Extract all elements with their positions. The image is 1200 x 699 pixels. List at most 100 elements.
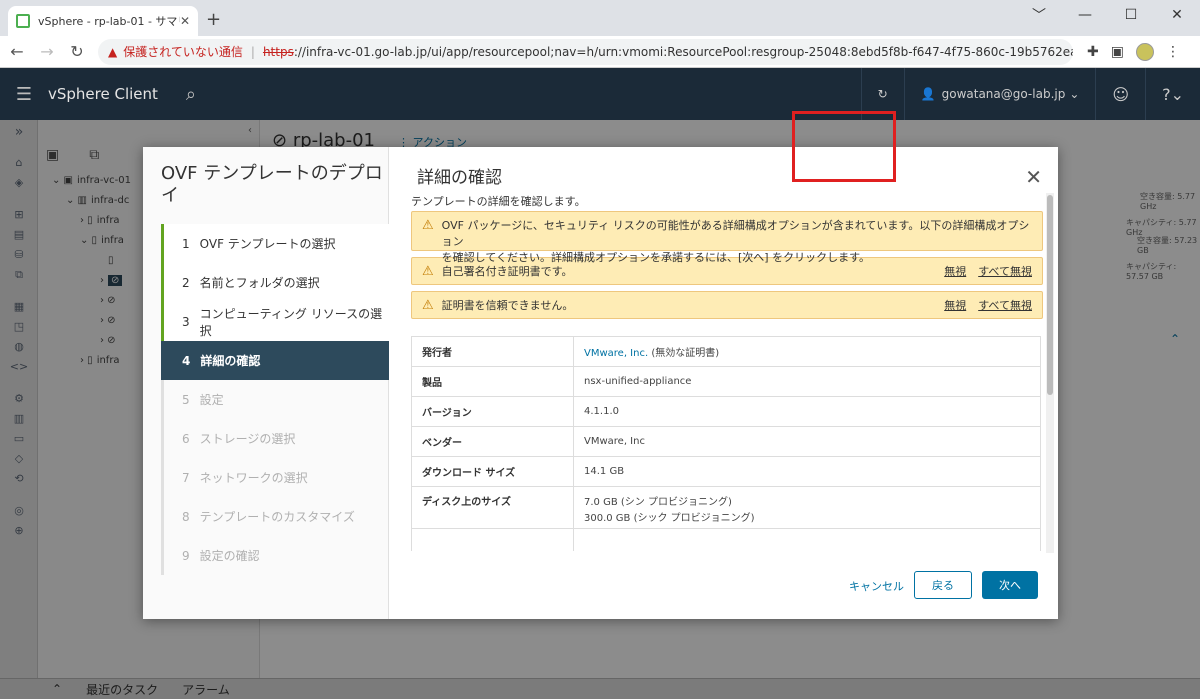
maximize-button[interactable]: ☐ <box>1108 0 1154 30</box>
page-subtitle: テンプレートの詳細を確認します。 <box>411 195 586 208</box>
side-panel-icon[interactable]: ▣ <box>1111 44 1124 60</box>
wizard-content: 詳細の確認 ✕ テンプレートの詳細を確認します。 ⚠ OVF パッケージに、セキ… <box>389 147 1058 619</box>
step-number: 9 <box>182 548 190 563</box>
step-4[interactable]: 4 詳細の確認 <box>161 341 389 380</box>
step-label: 名前とフォルダの選択 <box>199 276 320 290</box>
close-icon[interactable]: ✕ <box>1025 165 1042 189</box>
step-label: コンピューティング リソースの選択 <box>199 306 383 338</box>
step-number: 4 <box>182 353 191 368</box>
step-3[interactable]: 3 コンピューティング リソースの選択 <box>161 302 389 341</box>
wizard-title: OVF テンプレートのデプロイ <box>161 163 383 206</box>
url-text: ://infra-vc-01.go-lab.jp/ui/app/resource… <box>293 44 1073 59</box>
row-key <box>411 528 574 551</box>
table-row: 発行者 VMware, Inc. (無効な証明書) <box>411 336 1041 367</box>
table-row: バージョン 4.1.1.0 <box>411 396 1041 427</box>
scrollbar-thumb[interactable] <box>1047 195 1053 395</box>
vsphere-header: ☰ vSphere Client ⌕ ↻ 👤 gowatana@go-lab.j… <box>0 68 1200 120</box>
step-label: ネットワークの選択 <box>199 471 308 485</box>
step-label: 設定 <box>199 393 224 407</box>
hamburger-menu-icon[interactable]: ☰ <box>0 84 48 105</box>
user-menu[interactable]: 👤 gowatana@go-lab.jp ⌄ <box>903 68 1096 120</box>
disk-thin-size: 7.0 GB (シン プロビジョニング) <box>584 497 732 508</box>
untrusted-cert-alert: ⚠ 証明書を信頼できません。 無視 すべて無視 <box>411 291 1043 319</box>
table-row: ダウンロード サイズ 14.1 GB <box>411 456 1041 487</box>
reload-icon[interactable]: ↻ <box>64 42 90 61</box>
ignore-all-link[interactable]: すべて無視 <box>978 297 1032 313</box>
publisher-note: (無効な証明書) <box>648 348 720 359</box>
vsphere-favicon-icon <box>16 14 30 28</box>
alert-text: 自己署名付き証明書です。 <box>441 265 573 278</box>
wizard-footer: キャンセル 戻る 次へ <box>389 571 1058 601</box>
profile-avatar-icon[interactable] <box>1135 42 1154 61</box>
extensions-icon[interactable]: ✚ <box>1087 44 1099 60</box>
step-label: 詳細の確認 <box>200 354 261 368</box>
forward-arrow-icon[interactable]: → <box>34 42 60 61</box>
smiley-feedback-icon[interactable]: ☺ <box>1095 68 1145 120</box>
row-key: バージョン <box>411 396 574 427</box>
step-number: 7 <box>182 470 190 485</box>
back-button[interactable]: 戻る <box>914 571 972 599</box>
cancel-button[interactable]: キャンセル <box>849 578 904 594</box>
help-icon[interactable]: ?⌄ <box>1145 68 1200 120</box>
table-row <box>411 528 1041 551</box>
step-label: テンプレートのカスタマイズ <box>199 510 355 524</box>
row-value: nsx-unified-appliance <box>573 366 1041 397</box>
address-toolbar: ← → ↻ ▲ 保護されていない通信 | https ://infra-vc-0… <box>0 36 1200 68</box>
publisher-link[interactable]: VMware, Inc. <box>584 348 648 359</box>
tab-close-icon[interactable]: ✕ <box>180 14 190 28</box>
warning-icon: ⚠ <box>422 297 434 313</box>
step-2[interactable]: 2 名前とフォルダの選択 <box>161 263 389 302</box>
ignore-link[interactable]: 無視 <box>944 297 966 313</box>
chevron-down-icon: ⌄ <box>1069 87 1080 101</box>
step-6: 6 ストレージの選択 <box>161 419 389 458</box>
menu-kebab-icon[interactable]: ⋮ <box>1166 44 1180 60</box>
new-tab-button[interactable]: + <box>206 9 221 30</box>
table-row: 製品 nsx-unified-appliance <box>411 366 1041 397</box>
details-scroll-area[interactable]: ⚠ OVF パッケージに、セキュリティ リスクの可能性がある詳細構成オプションが… <box>411 211 1043 551</box>
wizard-steps-panel: OVF テンプレートのデプロイ 1 OVF テンプレートの選択 2 名前とフォルダの… <box>143 147 389 619</box>
tab-search-icon[interactable]: ﹀ <box>1016 0 1062 30</box>
step-8: 8 テンプレートのカスタマイズ <box>161 497 389 536</box>
tab-title: vSphere - rp-lab-01 - サマリ <box>38 15 180 28</box>
step-label: ストレージの選択 <box>199 432 296 446</box>
step-1[interactable]: 1 OVF テンプレートの選択 <box>161 224 389 263</box>
minimize-button[interactable]: — <box>1062 0 1108 30</box>
step-number: 8 <box>182 509 190 524</box>
row-key: 発行者 <box>411 336 574 367</box>
browser-tab[interactable]: vSphere - rp-lab-01 - サマリ ✕ <box>8 6 198 36</box>
wizard-steps: 1 OVF テンプレートの選択 2 名前とフォルダの選択 3 コンピューティング リソ… <box>161 224 389 575</box>
step-9: 9 設定の確認 <box>161 536 389 575</box>
alert-line-1: OVF パッケージに、セキュリティ リスクの可能性がある詳細構成オプションが含ま… <box>441 219 1030 248</box>
row-value: 4.1.1.0 <box>573 396 1041 427</box>
step-number: 2 <box>182 275 190 290</box>
row-value: 14.1 GB <box>573 456 1041 487</box>
security-warning-alert: ⚠ OVF パッケージに、セキュリティ リスクの可能性がある詳細構成オプションが… <box>411 211 1043 264</box>
step-label: OVF テンプレートの選択 <box>199 237 336 251</box>
warning-icon[interactable]: ▲ <box>108 45 117 59</box>
url-bar[interactable]: ▲ 保護されていない通信 | https ://infra-vc-01.go-l… <box>98 38 1073 65</box>
browser-tabbar: vSphere - rp-lab-01 - サマリ ✕ + ﹀ — ☐ ✕ <box>0 0 1200 36</box>
step-number: 1 <box>182 236 190 251</box>
page-title: 詳細の確認 <box>417 168 502 188</box>
url-separator: | <box>250 44 255 59</box>
app-name: vSphere Client <box>48 85 158 103</box>
scrollbar[interactable] <box>1046 193 1054 553</box>
user-icon: 👤 <box>920 87 936 101</box>
close-window-button[interactable]: ✕ <box>1154 0 1200 30</box>
alert-text: OVF パッケージに、セキュリティ リスクの可能性がある詳細構成オプションが含ま… <box>442 218 1032 266</box>
table-row: ディスク上のサイズ 7.0 GB (シン プロビジョニング) 300.0 GB … <box>411 486 1041 529</box>
window-controls: ﹀ — ☐ ✕ <box>1016 0 1200 30</box>
next-button[interactable]: 次へ <box>982 571 1038 599</box>
row-value <box>573 528 1041 551</box>
step-7: 7 ネットワークの選択 <box>161 458 389 497</box>
step-label: 設定の確認 <box>199 549 260 563</box>
back-arrow-icon[interactable]: ← <box>4 42 30 61</box>
warning-icon: ⚠ <box>422 218 434 233</box>
step-number: 6 <box>182 431 190 446</box>
row-key: ディスク上のサイズ <box>411 486 574 529</box>
ignore-link[interactable]: 無視 <box>944 263 966 279</box>
security-label[interactable]: 保護されていない通信 <box>123 43 243 60</box>
ignore-all-link[interactable]: すべて無視 <box>978 263 1032 279</box>
search-icon[interactable]: ⌕ <box>186 84 196 105</box>
row-value: VMware, Inc <box>573 426 1041 457</box>
